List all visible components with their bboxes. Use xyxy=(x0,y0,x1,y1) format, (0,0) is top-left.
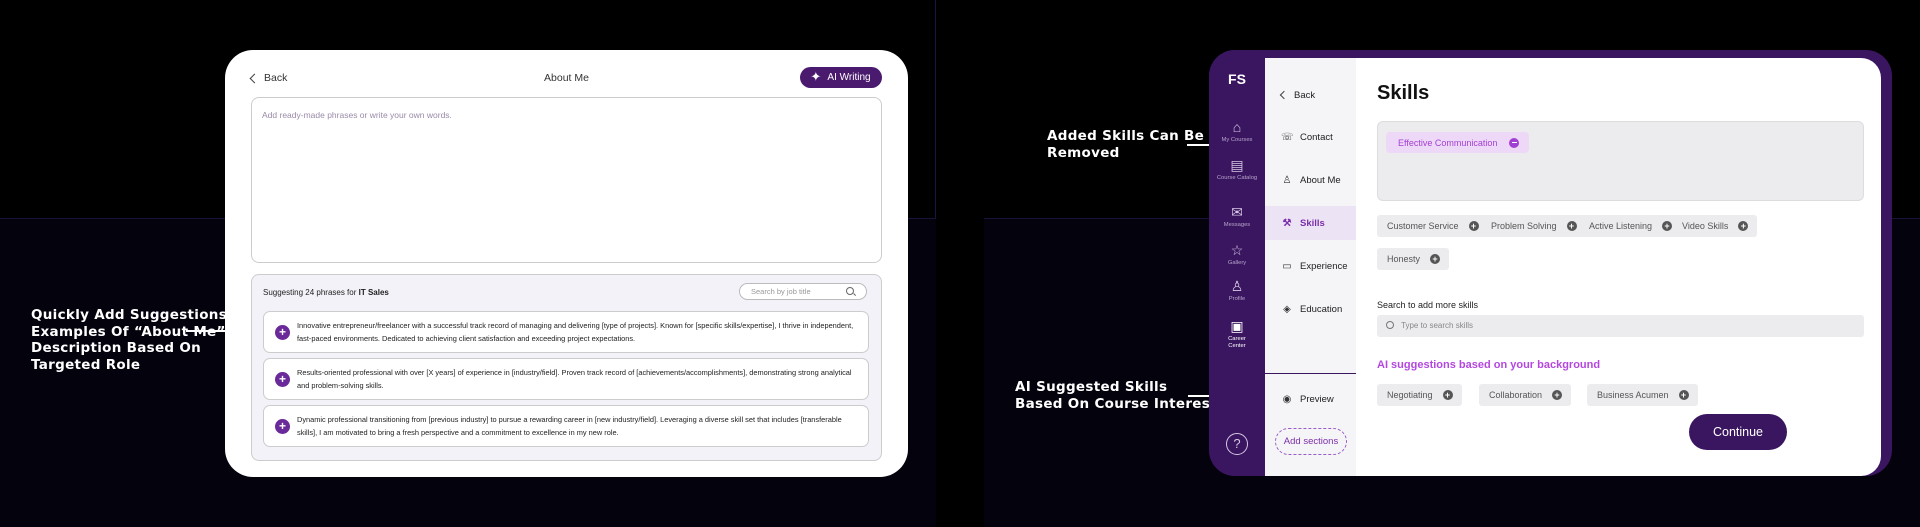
divider xyxy=(1265,373,1356,374)
user-icon: ♙ xyxy=(1230,278,1244,294)
job-title-search-input[interactable]: Search by job title xyxy=(739,283,867,300)
section-education[interactable]: ◈ Education xyxy=(1265,292,1356,326)
plus-icon: + xyxy=(1468,221,1479,231)
add-phrase-icon[interactable]: + xyxy=(275,325,290,340)
ai-writing-button[interactable]: AI Writing xyxy=(800,67,882,88)
add-phrase-icon[interactable]: + xyxy=(275,372,290,387)
rail-item-my-courses[interactable]: ⌂ My Courses xyxy=(1209,119,1265,144)
ai-skill-chip[interactable]: Negotiating + xyxy=(1377,384,1462,406)
about-me-card: Back About Me AI Writing Add ready-made … xyxy=(225,50,908,477)
plus-icon: + xyxy=(1566,221,1577,231)
plus-icon: + xyxy=(1442,390,1453,400)
search-icon xyxy=(1386,321,1394,329)
plus-icon: + xyxy=(1552,390,1563,400)
continue-button[interactable]: Continue xyxy=(1689,414,1787,450)
user-icon: ♙ xyxy=(1282,174,1292,186)
add-phrase-icon[interactable]: + xyxy=(275,419,290,434)
section-experience[interactable]: ▭ Experience xyxy=(1265,249,1356,283)
mail-icon: ✉ xyxy=(1231,204,1243,220)
wrench-icon: ⚒ xyxy=(1282,217,1292,229)
rail-item-gallery[interactable]: ☆ Gallery xyxy=(1209,242,1265,267)
about-me-textarea[interactable]: Add ready-made phrases or write your own… xyxy=(251,97,882,263)
phrase-item[interactable]: + Dynamic professional transitioning fro… xyxy=(263,405,869,447)
section-skills[interactable]: ⚒ Skills xyxy=(1265,206,1356,240)
suggested-skill-chip[interactable]: Honesty + xyxy=(1377,248,1450,270)
graduation-cap-icon: ◈ xyxy=(1283,303,1291,315)
phone-icon: ☏ xyxy=(1281,131,1294,143)
added-skills-box: Effective Communication xyxy=(1377,121,1864,201)
plus-icon: + xyxy=(1662,221,1673,231)
ai-skill-chip[interactable]: Business Acumen + xyxy=(1587,384,1698,406)
catalog-icon: ▤ xyxy=(1230,157,1244,173)
rail-item-course-catalog[interactable]: ▤ Course Catalog xyxy=(1209,157,1265,182)
section-contact[interactable]: ☏ Contact xyxy=(1265,120,1356,154)
annotation-removed: Added Skills Can Be Removed xyxy=(1047,128,1205,161)
phrase-item[interactable]: + Results-oriented professional with ove… xyxy=(263,358,869,400)
section-about-me[interactable]: ♙ About Me xyxy=(1265,163,1356,197)
skills-main: Skills Effective Communication Customer … xyxy=(1356,58,1881,476)
suggested-skill-chip[interactable]: Problem Solving + xyxy=(1481,215,1586,237)
annotation-about-me: Quickly Add Suggestions/ Examples Of “Ab… xyxy=(31,307,233,373)
search-icon xyxy=(846,287,854,295)
suggested-skill-chip[interactable]: Customer Service + xyxy=(1377,215,1488,237)
add-sections-button[interactable]: Add sections xyxy=(1275,428,1347,455)
preview-button[interactable]: ◉ Preview xyxy=(1265,382,1356,416)
logo: FS xyxy=(1228,71,1246,87)
suggested-skill-chip[interactable]: Active Listening + xyxy=(1579,215,1682,237)
rail-item-messages[interactable]: ✉ Messages xyxy=(1209,204,1265,229)
briefcase-icon: ▭ xyxy=(1282,260,1292,272)
sparkle-icon xyxy=(810,69,822,85)
suggestions-panel: Suggesting 24 phrases for IT Sales Searc… xyxy=(251,274,882,461)
stage: Quickly Add Suggestions/ Examples Of “Ab… xyxy=(0,0,1920,527)
skills-card: FS ⌂ My Courses ▤ Course Catalog ✉ Messa… xyxy=(1209,50,1892,476)
star-icon: ☆ xyxy=(1230,242,1244,258)
suggestions-count: Suggesting 24 phrases for IT Sales xyxy=(263,288,389,297)
plus-icon: + xyxy=(1678,390,1689,400)
plus-icon: + xyxy=(1738,221,1749,231)
search-label: Search to add more skills xyxy=(1377,300,1479,310)
help-icon[interactable]: ? xyxy=(1226,433,1248,455)
plus-icon: + xyxy=(1430,254,1441,264)
remove-icon[interactable] xyxy=(1509,137,1520,148)
annotation-ai-suggested: AI Suggested Skills Based On Course Inte… xyxy=(1015,379,1217,412)
page-title: Skills xyxy=(1377,82,1430,104)
app-rail: FS ⌂ My Courses ▤ Course Catalog ✉ Messa… xyxy=(1209,50,1265,476)
back-button[interactable]: Back xyxy=(1265,78,1356,112)
home-icon: ⌂ xyxy=(1232,119,1242,135)
eye-icon: ◉ xyxy=(1282,393,1292,405)
ai-skill-chip[interactable]: Collaboration + xyxy=(1479,384,1572,406)
briefcase-icon: ▣ xyxy=(1230,318,1244,334)
skills-search-input[interactable]: Type to search skills xyxy=(1377,315,1864,337)
suggested-skill-chip[interactable]: Video Skills + xyxy=(1672,215,1758,237)
added-skill-chip[interactable]: Effective Communication xyxy=(1386,132,1530,153)
chevron-left-icon xyxy=(1279,90,1289,100)
phrase-item[interactable]: + Innovative entrepreneur/freelancer wit… xyxy=(263,311,869,353)
ai-suggestions-heading: AI suggestions based on your background xyxy=(1377,359,1601,371)
rail-item-career-center[interactable]: ▣ Career Center xyxy=(1209,318,1265,350)
section-nav: Back ☏ Contact ♙ About Me ⚒ Skills ▭ Exp… xyxy=(1265,58,1356,476)
rail-item-profile[interactable]: ♙ Profile xyxy=(1209,278,1265,303)
